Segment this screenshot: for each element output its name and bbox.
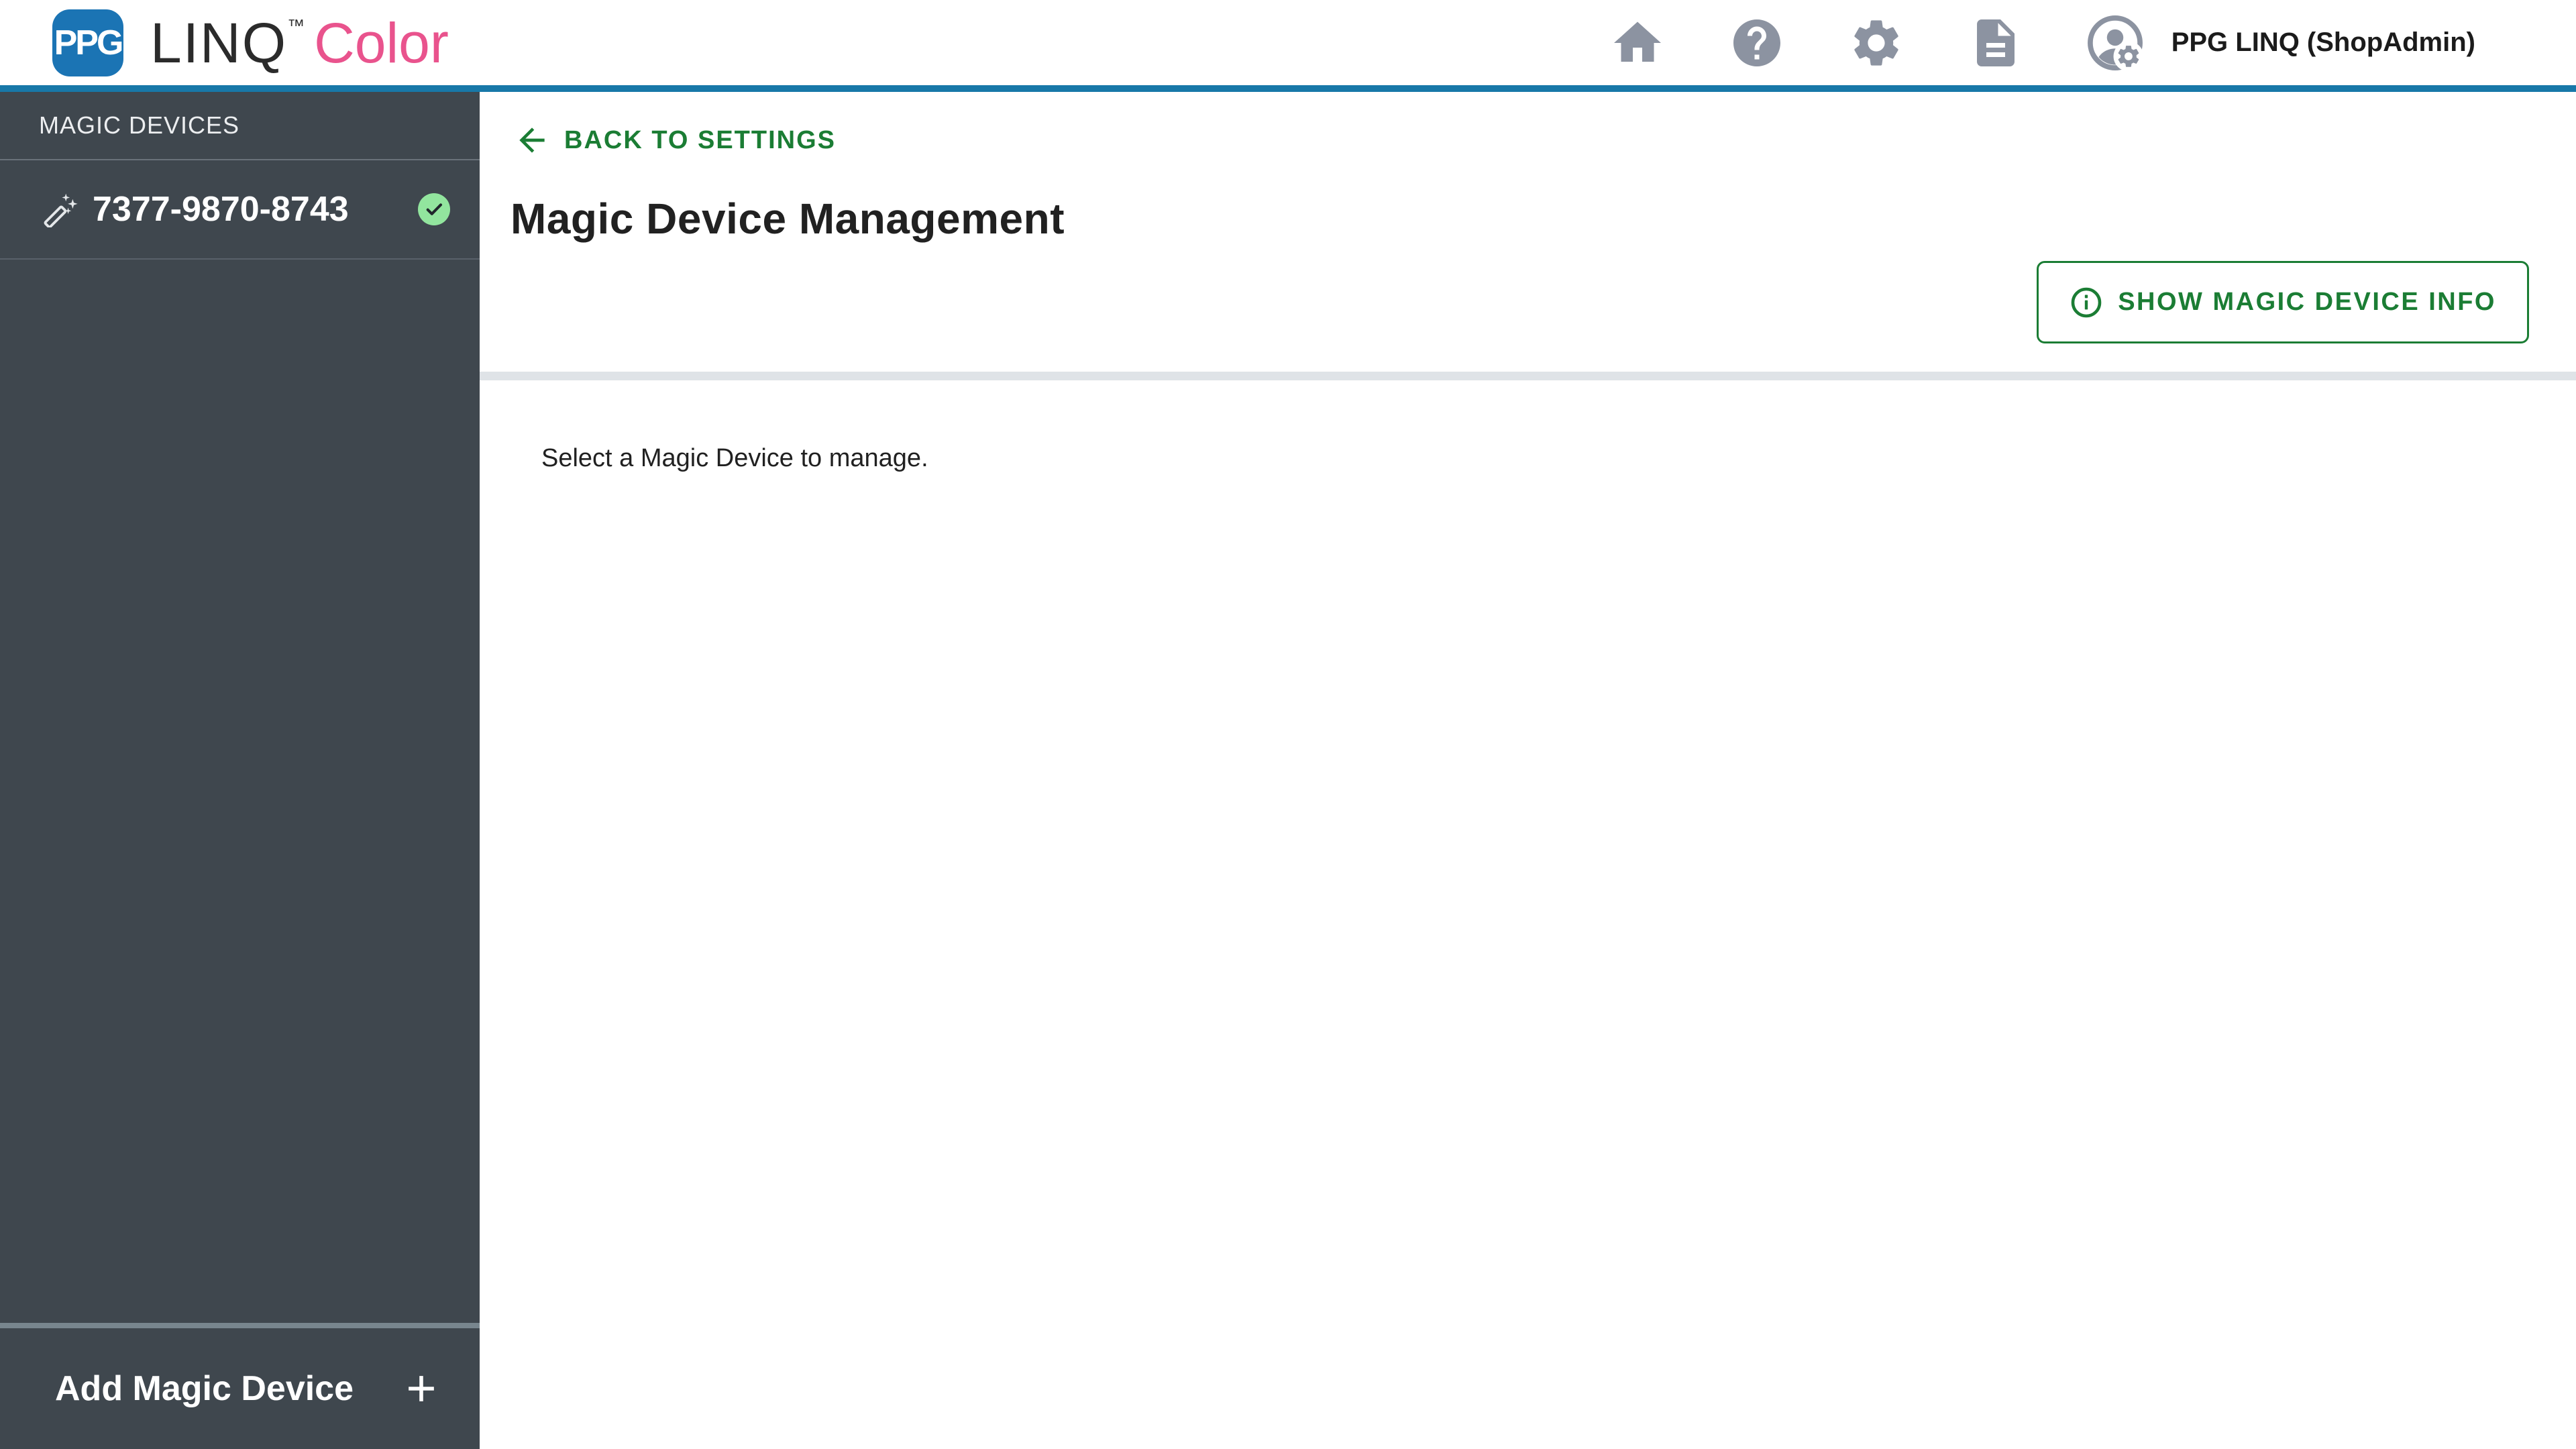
ppg-logo: PPG (52, 9, 123, 76)
sidebar-title: MAGIC DEVICES (39, 111, 240, 139)
main-content: BACK TO SETTINGS Magic Device Management… (480, 92, 2576, 1449)
show-magic-device-info-label: SHOW MAGIC DEVICE INFO (2118, 288, 2496, 316)
sidebar-footer-divider (0, 1323, 480, 1328)
magic-devices-sidebar: MAGIC DEVICES 7377-9870-8743 Add Magic D… (0, 92, 480, 1449)
home-icon[interactable] (1609, 15, 1666, 71)
gear-icon[interactable] (1848, 15, 1904, 71)
app-header: PPG LINQ™ Color PPG LINQ (ShopAdmin) (0, 0, 2576, 92)
sidebar-divider (0, 258, 480, 260)
help-icon[interactable] (1729, 15, 1785, 71)
empty-state-message: Select a Magic Device to manage. (541, 444, 928, 472)
header-actions: PPG LINQ (ShopAdmin) (1546, 15, 2475, 71)
device-id-label: 7377-9870-8743 (93, 190, 349, 229)
device-status-badge (418, 193, 450, 225)
back-to-settings-label: BACK TO SETTINGS (564, 125, 836, 154)
admin-user-icon[interactable] (2087, 15, 2143, 71)
trademark-symbol: ™ (287, 15, 305, 36)
add-magic-device-button[interactable]: Add Magic Device (0, 1328, 480, 1449)
content-divider (480, 372, 2576, 380)
document-icon[interactable] (1968, 15, 2024, 71)
magic-wand-icon (42, 191, 78, 227)
arrow-left-icon (513, 121, 551, 159)
sidebar-footer: Add Magic Device (0, 1323, 480, 1449)
page-title: Magic Device Management (511, 195, 1065, 243)
back-to-settings-link[interactable]: BACK TO SETTINGS (513, 121, 836, 159)
sidebar-item-device[interactable]: 7377-9870-8743 (0, 160, 480, 258)
plus-icon (402, 1369, 441, 1408)
product-suffix: Color (314, 11, 449, 74)
info-icon (2070, 286, 2103, 319)
product-name: LINQ™ (150, 11, 305, 74)
app-logo: PPG LINQ™ Color (52, 9, 449, 76)
add-magic-device-label: Add Magic Device (55, 1369, 354, 1408)
show-magic-device-info-button[interactable]: SHOW MAGIC DEVICE INFO (2037, 261, 2529, 343)
user-account-label[interactable]: PPG LINQ (ShopAdmin) (2171, 28, 2475, 58)
